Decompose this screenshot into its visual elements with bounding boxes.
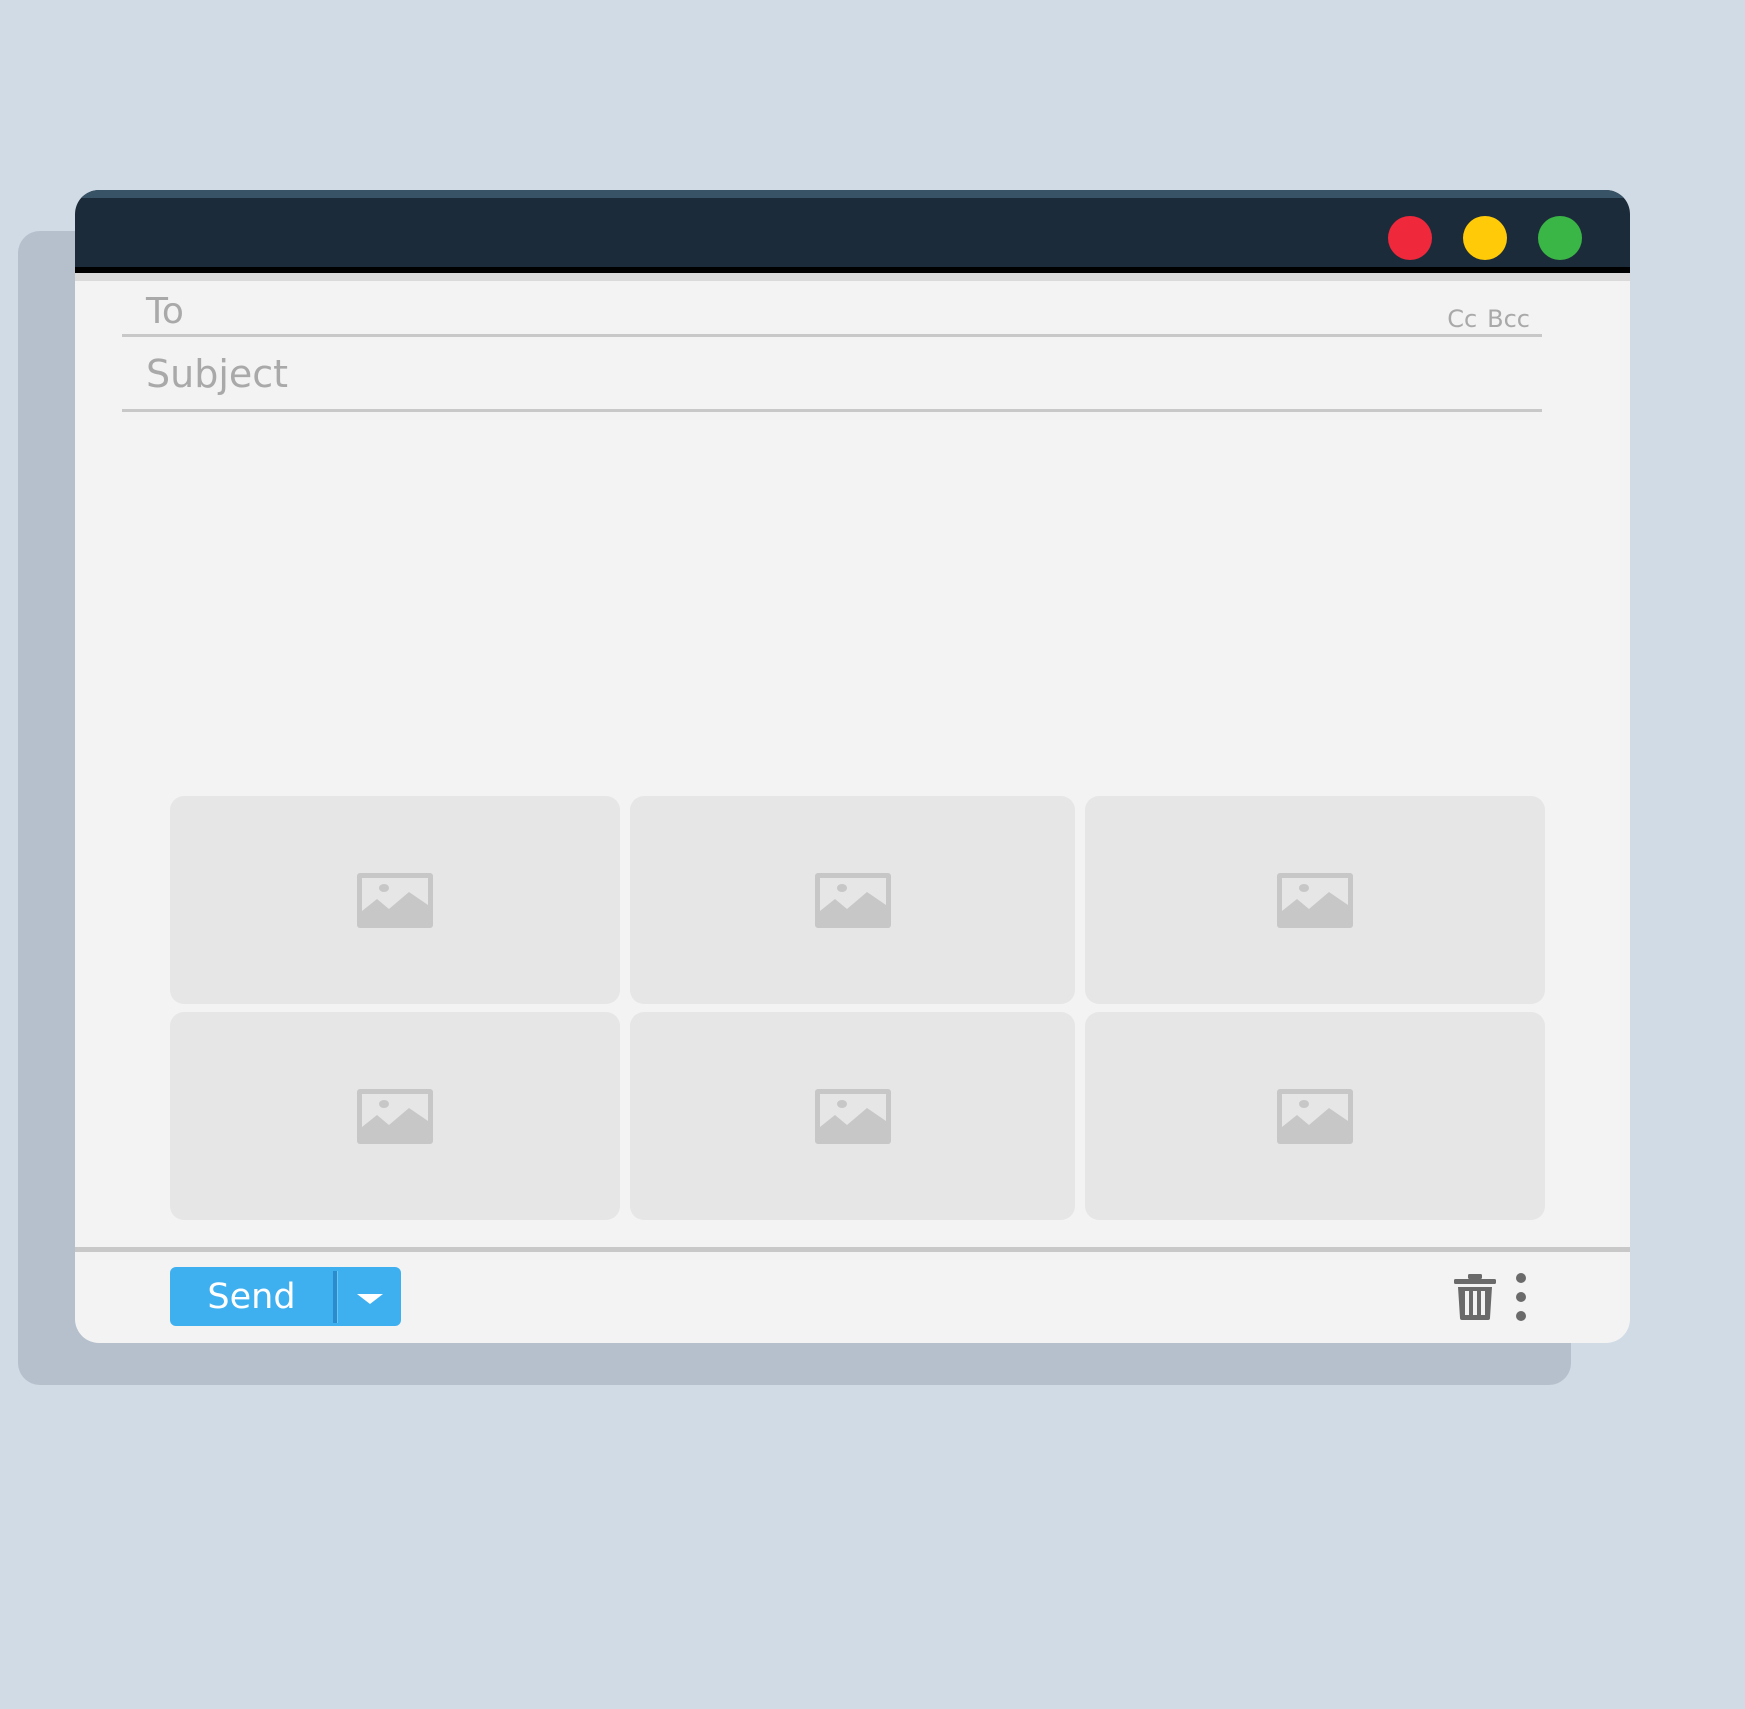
cc-link[interactable]: Cc	[1447, 305, 1477, 333]
bcc-link[interactable]: Bcc	[1487, 305, 1530, 333]
chevron-down-icon	[356, 1293, 383, 1304]
image-icon	[1277, 872, 1353, 928]
image-icon	[1277, 1088, 1353, 1144]
send-button-group: Send	[170, 1267, 401, 1326]
title-bar-underline	[75, 273, 1630, 281]
maximize-window-button[interactable]	[1534, 216, 1582, 264]
image-icon	[357, 1088, 433, 1144]
compose-window: To Cc Bcc Subject Aa	[75, 190, 1630, 1343]
footer-divider	[75, 1247, 1630, 1252]
trash-icon[interactable]	[1454, 1274, 1496, 1320]
cc-bcc-links: Cc Bcc	[1447, 305, 1530, 333]
image-attachment[interactable]	[1085, 796, 1545, 1004]
image-icon	[814, 1088, 891, 1144]
to-field[interactable]: To Cc Bcc	[122, 281, 1542, 337]
close-window-button[interactable]	[1384, 216, 1432, 264]
minimize-window-button[interactable]	[1459, 216, 1507, 264]
image-attachment[interactable]	[170, 1012, 620, 1220]
to-placeholder[interactable]: To	[146, 291, 184, 332]
subject-field[interactable]: Subject	[122, 334, 1542, 412]
image-icon	[357, 872, 433, 928]
image-attachment[interactable]	[170, 796, 620, 1004]
image-attachment[interactable]	[630, 796, 1075, 1004]
image-attachment[interactable]	[630, 1012, 1075, 1220]
send-options-button[interactable]	[338, 1267, 401, 1326]
image-attachment[interactable]	[1085, 1012, 1545, 1220]
image-icon	[814, 872, 891, 928]
subject-placeholder[interactable]: Subject	[146, 352, 288, 396]
title-bar	[75, 190, 1630, 273]
send-button[interactable]: Send	[170, 1267, 333, 1326]
more-vertical-icon[interactable]	[1511, 1272, 1531, 1322]
